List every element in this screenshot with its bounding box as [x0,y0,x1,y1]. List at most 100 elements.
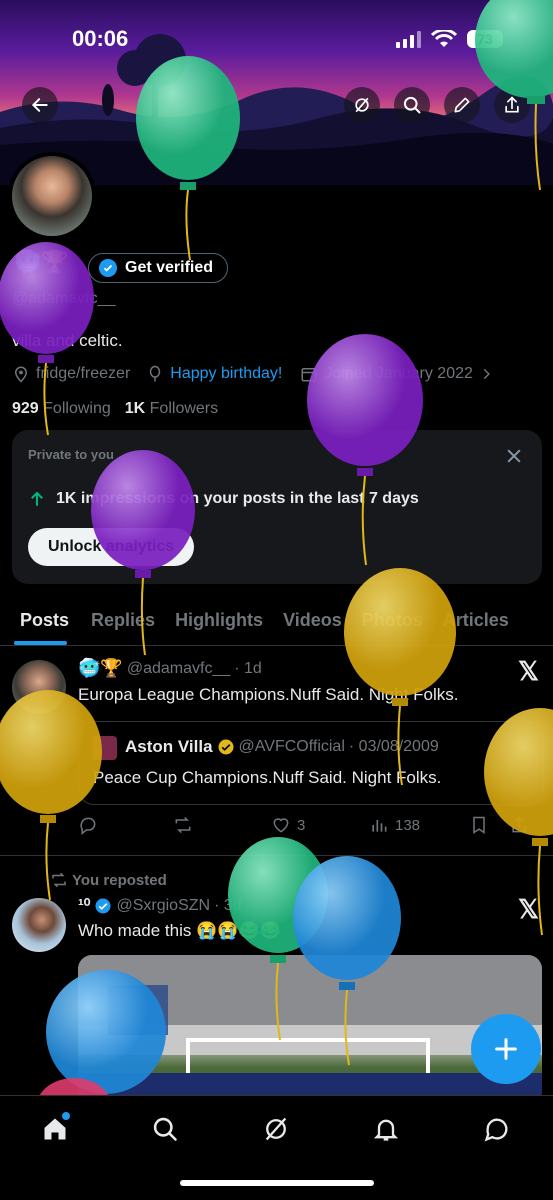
grok-icon [355,97,369,113]
nav-messages[interactable] [480,1112,514,1146]
unlock-analytics-button[interactable]: Unlock analytics [28,528,195,566]
follow-stats: 929 Following 1K Followers [12,400,218,418]
profile-name-emojis: 🥶🏆 [14,249,69,274]
tab-highlights[interactable]: Highlights [165,598,273,645]
bell-icon [373,1119,399,1141]
share-post-button[interactable] [509,815,529,835]
like-button[interactable]: 3 [271,815,369,835]
profile-joined: Joined January 2022 [324,365,473,382]
followers-link[interactable]: 1K Followers [125,400,218,418]
search-icon [153,1117,177,1141]
birthday-link[interactable]: Happy birthday! [170,365,282,383]
calendar-icon [301,368,317,382]
view-count: 138 [395,816,421,834]
views-button[interactable]: 138 [369,815,469,835]
verified-badge-icon [95,898,111,914]
quoted-post[interactable]: Aston Villa @AVFCOfficial · 03/08/2009 P… [78,721,544,805]
location-icon [14,366,28,383]
get-verified-button[interactable]: Get verified [88,253,229,283]
search-button[interactable] [394,87,430,123]
share-button[interactable] [494,87,530,123]
profile-meta: fridge/freezer Happy birthday! Joined Ja… [12,365,493,383]
get-verified-label: Get verified [125,259,214,276]
bookmark-button[interactable] [469,815,509,835]
quote-handle: @AVFCOfficial [238,738,345,755]
back-button[interactable] [22,87,58,123]
post-media-image[interactable] [78,955,542,1105]
repost-button[interactable] [173,815,271,835]
x-logo-icon: 𝕏 [518,656,539,686]
post-time: · 1d [234,659,262,677]
repost-icon [52,872,66,888]
heart-icon [273,818,289,833]
signal-icon [396,30,421,48]
repost-icon [175,816,191,834]
quote-date: · 03/08/2009 [348,738,439,755]
search-icon [403,96,421,114]
arrow-up-icon [31,491,43,506]
edit-button[interactable] [444,87,480,123]
post-text: Europa League Champions.Nuff Said. Night… [78,685,459,704]
repost-indicator: You reposted [50,871,167,889]
post-avatar[interactable] [12,898,66,952]
post-avatar[interactable] [12,660,66,714]
notification-dot [62,1112,70,1120]
chat-bubble-icon [484,1118,508,1142]
post-author-name[interactable]: ¹⁰ [78,896,90,916]
verified-badge-icon [99,259,117,277]
quote-text: Peace Cup Champions.Nuff Said. Night Fol… [93,768,442,787]
arrow-left-icon [31,98,48,112]
battery-indicator: 73 [467,30,503,48]
status-icons: 73 [396,30,503,48]
tab-replies[interactable]: Replies [81,598,165,645]
impressions-line: 1K impressions on your posts in the last… [28,490,419,508]
private-analytics-card: Private to you 1K impressions on your po… [12,430,542,584]
share-icon [505,96,519,113]
like-count: 3 [297,816,306,834]
tab-articles[interactable]: Articles [433,598,519,645]
wifi-icon [431,30,457,47]
post-time: · 3d [214,897,242,914]
reply-button[interactable] [78,815,173,835]
share-icon [512,816,526,833]
aston-villa-avatar [93,736,117,760]
post-header: 🥶🏆 @adamavfc__ · 1d [78,658,262,678]
football-goal-image [78,955,542,1105]
profile-tabs: Posts Replies Highlights Videos Photos A… [0,598,553,646]
nav-grok[interactable] [259,1112,293,1146]
private-card-title: Private to you [28,447,114,462]
chevron-right-icon[interactable] [479,367,493,381]
post-actions: 3 138 [78,815,548,835]
nav-notifications[interactable] [369,1112,403,1146]
tab-posts[interactable]: Posts [0,598,81,645]
home-indicator[interactable] [180,1180,374,1186]
nav-home[interactable] [38,1112,72,1146]
quote-name: Aston Villa [125,737,213,756]
pencil-icon [454,97,470,113]
post-text: Who made this 😭😭😂😂 [78,921,281,940]
reply-icon [80,817,96,835]
tab-videos[interactable]: Videos [273,598,352,645]
balloon-icon [150,365,161,382]
post-header: ¹⁰ @SxrgioSZN · 3d [78,896,242,916]
profile-location: fridge/freezer [36,365,131,382]
close-icon[interactable] [504,446,524,466]
x-logo-icon: 𝕏 [518,894,539,924]
following-link[interactable]: 929 Following [12,400,111,418]
grok-icon [265,1117,287,1141]
post-handle[interactable]: @SxrgioSZN [116,897,210,915]
bookmark-icon [473,816,485,834]
status-time: 00:06 [72,26,129,51]
compose-button[interactable] [471,1014,541,1084]
plus-icon [495,1038,517,1060]
profile-avatar[interactable] [8,152,96,240]
profile-bio: villa and celtic. [12,331,123,350]
post-divider [0,855,553,856]
gold-verified-icon [218,739,234,755]
views-icon [372,820,387,832]
post-handle[interactable]: @adamavfc__ [127,660,230,678]
tab-photos[interactable]: Photos [352,598,433,645]
nav-search[interactable] [148,1112,182,1146]
profile-handle: @adamavfc__ [12,290,116,307]
grok-button[interactable] [344,87,380,123]
